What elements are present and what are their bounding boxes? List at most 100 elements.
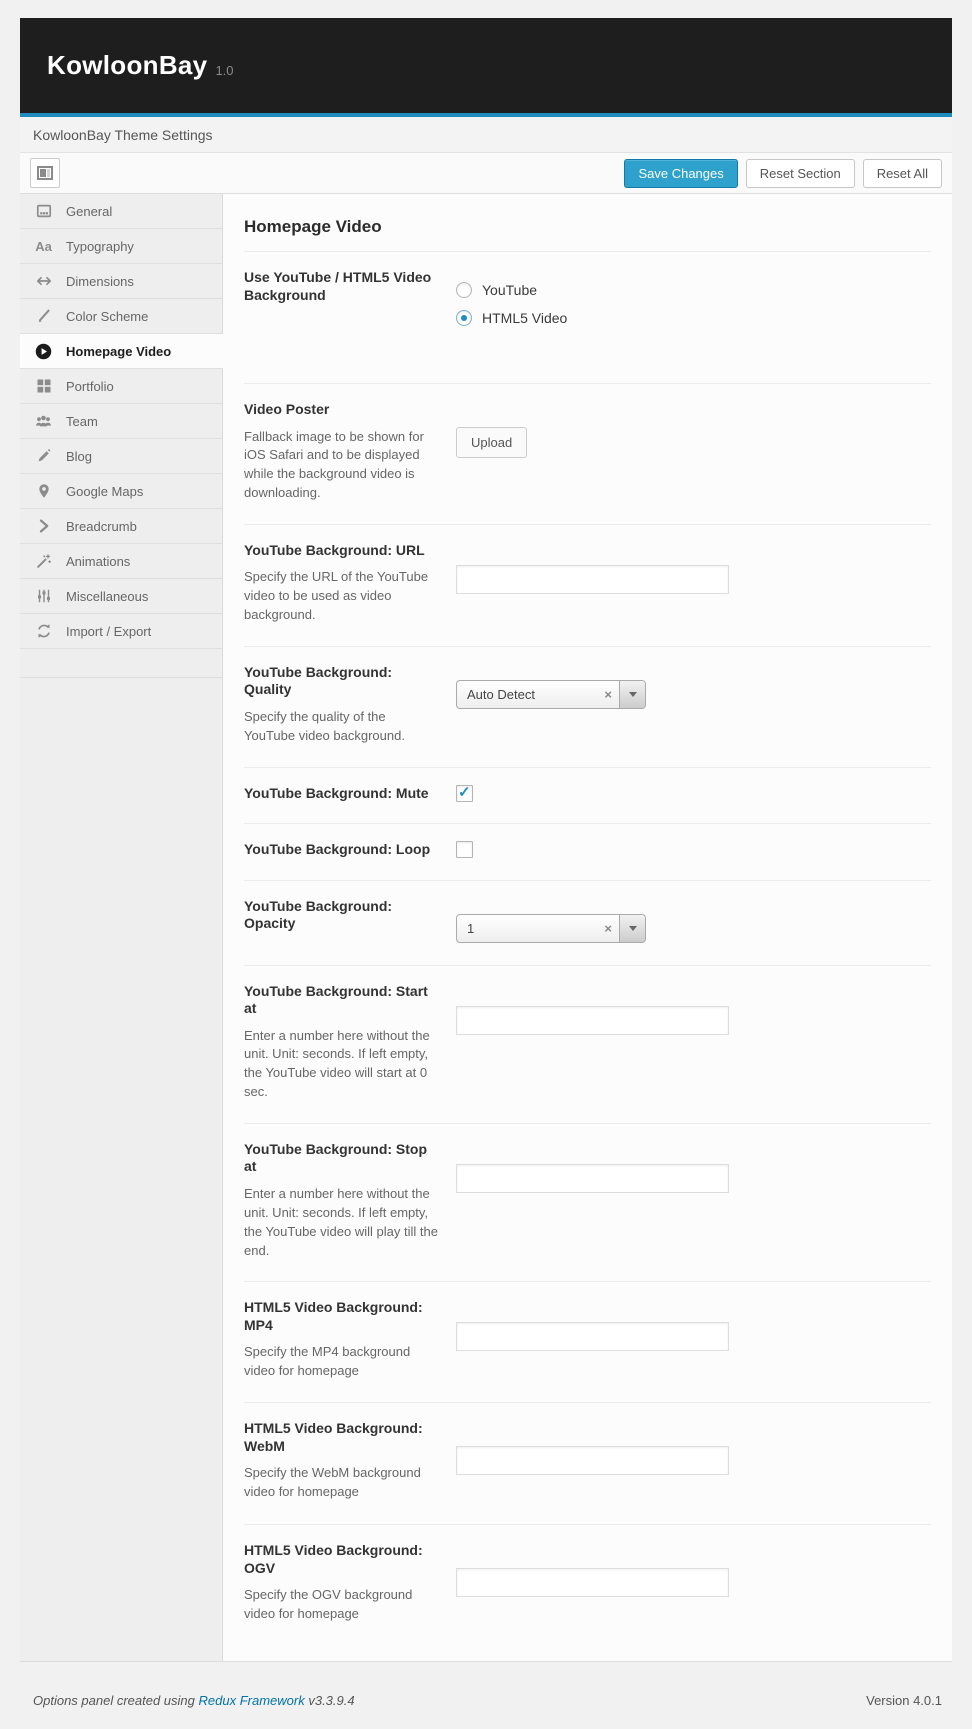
redux-framework-link[interactable]: Redux Framework bbox=[199, 1693, 305, 1708]
sidebar-item-dimensions[interactable]: Dimensions bbox=[20, 264, 222, 299]
field-row-youtube-url: YouTube Background: URL Specify the URL … bbox=[244, 525, 931, 647]
field-desc: Enter a number here without the unit. Un… bbox=[244, 1027, 430, 1100]
radio-label: YouTube bbox=[482, 282, 538, 298]
pencil-icon bbox=[34, 448, 53, 464]
pencil-stroke-icon bbox=[34, 308, 53, 324]
map-pin-icon bbox=[34, 483, 53, 499]
field-label: HTML5 Video Background: MP4 bbox=[244, 1299, 423, 1333]
sidebar-item-label: Typography bbox=[66, 238, 134, 254]
radio-option-youtube[interactable]: YouTube bbox=[456, 282, 931, 298]
stop-at-input[interactable] bbox=[456, 1163, 729, 1193]
sync-icon bbox=[34, 623, 53, 639]
sidebar-item-general[interactable]: General bbox=[20, 194, 222, 229]
theme-options-panel: KowloonBay 1.0 KowloonBay Theme Settings… bbox=[20, 18, 952, 1662]
theme-version-badge: 1.0 bbox=[215, 62, 234, 78]
field-label: Video Poster bbox=[244, 401, 330, 417]
field-row-html5-ogv: HTML5 Video Background: OGV Specify the … bbox=[244, 1525, 931, 1645]
radio-icon bbox=[456, 282, 472, 298]
opacity-select[interactable]: 1 bbox=[456, 913, 646, 943]
theme-logo: KowloonBay bbox=[47, 50, 208, 80]
sidebar-item-homepage-video[interactable]: Homepage Video bbox=[20, 334, 223, 369]
field-row-youtube-loop: YouTube Background: Loop bbox=[244, 824, 931, 881]
ogv-input[interactable] bbox=[456, 1568, 729, 1598]
start-at-input[interactable] bbox=[456, 1005, 729, 1035]
toolbar: Save Changes Reset Section Reset All bbox=[20, 153, 952, 194]
field-desc: Fallback image to be shown for iOS Safar… bbox=[244, 428, 424, 501]
sliders-icon bbox=[34, 588, 53, 604]
footer-version: Version 4.0.1 bbox=[866, 1693, 942, 1708]
field-desc: Specify the OGV background video for hom… bbox=[244, 1587, 413, 1621]
grid-icon bbox=[34, 378, 53, 394]
admin-footer: Options panel created using Redux Framew… bbox=[33, 1693, 942, 1708]
field-row-youtube-mute: YouTube Background: Mute bbox=[244, 768, 931, 825]
youtube-url-input[interactable] bbox=[456, 564, 729, 594]
radio-option-html5-video[interactable]: HTML5 Video bbox=[456, 310, 931, 326]
subheader-bar: KowloonBay Theme Settings bbox=[20, 117, 952, 153]
field-label: YouTube Background: Stop at bbox=[244, 1140, 428, 1175]
arrows-horizontal-icon bbox=[34, 273, 53, 289]
field-label: YouTube Background: Start at bbox=[244, 982, 428, 1017]
sidebar-item-label: Import / Export bbox=[66, 623, 152, 639]
footer-credit-text: Options panel created using bbox=[33, 1693, 195, 1708]
radio-label: HTML5 Video bbox=[482, 310, 568, 326]
radio-icon bbox=[456, 310, 472, 326]
mute-checkbox[interactable] bbox=[456, 783, 473, 802]
sidebar-item-color-scheme[interactable]: Color Scheme bbox=[20, 299, 222, 334]
sidebar-item-label: Portfolio bbox=[66, 378, 114, 394]
field-row-youtube-quality: YouTube Background: Quality Specify the … bbox=[244, 647, 931, 768]
field-row-youtube-start-at: YouTube Background: Start at Enter a num… bbox=[244, 966, 931, 1124]
field-desc: Specify the MP4 background video for hom… bbox=[244, 1344, 411, 1379]
people-icon bbox=[34, 413, 53, 429]
footer-credit: Options panel created using Redux Framew… bbox=[33, 1693, 355, 1708]
theme-banner: KowloonBay 1.0 bbox=[20, 18, 952, 117]
field-row-html5-webm: HTML5 Video Background: WebM Specify the… bbox=[244, 1403, 931, 1526]
page-subtitle: KowloonBay Theme Settings bbox=[33, 126, 213, 143]
mp4-input[interactable] bbox=[456, 1322, 729, 1352]
sidebar-item-google-maps[interactable]: Google Maps bbox=[20, 474, 222, 509]
select-value: 1 bbox=[467, 920, 475, 936]
magic-wand-icon bbox=[34, 553, 53, 569]
page-title: Homepage Video bbox=[244, 194, 931, 252]
sidebar-spacer bbox=[20, 649, 222, 678]
chevron-right-icon bbox=[34, 518, 53, 534]
field-label: YouTube Background: Loop bbox=[244, 841, 431, 858]
reset-all-button[interactable]: Reset All bbox=[862, 158, 942, 188]
upload-button[interactable]: Upload bbox=[456, 427, 528, 458]
sidebar-item-portfolio[interactable]: Portfolio bbox=[20, 369, 222, 404]
save-changes-button[interactable]: Save Changes bbox=[624, 158, 738, 188]
dropdown-arrow-icon[interactable] bbox=[619, 914, 645, 942]
quality-select[interactable]: Auto Detect bbox=[456, 679, 646, 709]
sidebar-item-team[interactable]: Team bbox=[20, 404, 222, 439]
clear-icon[interactable] bbox=[604, 921, 612, 936]
layout-columns-icon bbox=[37, 166, 53, 180]
webm-input[interactable] bbox=[456, 1446, 729, 1476]
sidebar-item-blog[interactable]: Blog bbox=[20, 439, 222, 474]
typography-icon: Aa bbox=[35, 238, 52, 254]
dropdown-arrow-icon[interactable] bbox=[619, 680, 645, 708]
field-row-video-bg-type: Use YouTube / HTML5 Video Background You… bbox=[244, 252, 931, 384]
field-label: HTML5 Video Background: OGV bbox=[244, 1542, 423, 1576]
field-row-youtube-stop-at: YouTube Background: Stop at Enter a numb… bbox=[244, 1124, 931, 1283]
loop-checkbox[interactable] bbox=[456, 841, 473, 859]
field-label: YouTube Background: Quality bbox=[244, 663, 393, 698]
expand-options-button[interactable] bbox=[30, 158, 60, 188]
sidebar-item-label: Color Scheme bbox=[66, 308, 149, 324]
sidebar-item-label: Google Maps bbox=[66, 483, 144, 499]
sidebar-item-label: Team bbox=[66, 413, 98, 429]
sidebar-item-label: Blog bbox=[66, 448, 93, 464]
settings-content: Homepage Video Use YouTube / HTML5 Video… bbox=[223, 194, 952, 1661]
sidebar-item-label: Miscellaneous bbox=[66, 588, 149, 604]
sidebar-item-breadcrumb[interactable]: Breadcrumb bbox=[20, 509, 222, 544]
field-label: Use YouTube / HTML5 Video Background bbox=[244, 269, 432, 303]
field-desc: Specify the URL of the YouTube video to … bbox=[244, 569, 429, 623]
sidebar-item-label: General bbox=[66, 203, 113, 219]
field-desc: Enter a number here without the unit. Un… bbox=[244, 1185, 438, 1258]
sidebar-item-typography[interactable]: Aa Typography bbox=[20, 229, 222, 264]
sidebar-item-animations[interactable]: Animations bbox=[20, 544, 222, 579]
sidebar-item-miscellaneous[interactable]: Miscellaneous bbox=[20, 579, 222, 614]
field-desc: Specify the WebM background video for ho… bbox=[244, 1465, 421, 1499]
sidebar-item-import-export[interactable]: Import / Export bbox=[20, 614, 222, 649]
sidebar-item-label: Animations bbox=[66, 553, 131, 569]
reset-section-button[interactable]: Reset Section bbox=[745, 158, 855, 188]
clear-icon[interactable] bbox=[604, 687, 612, 702]
